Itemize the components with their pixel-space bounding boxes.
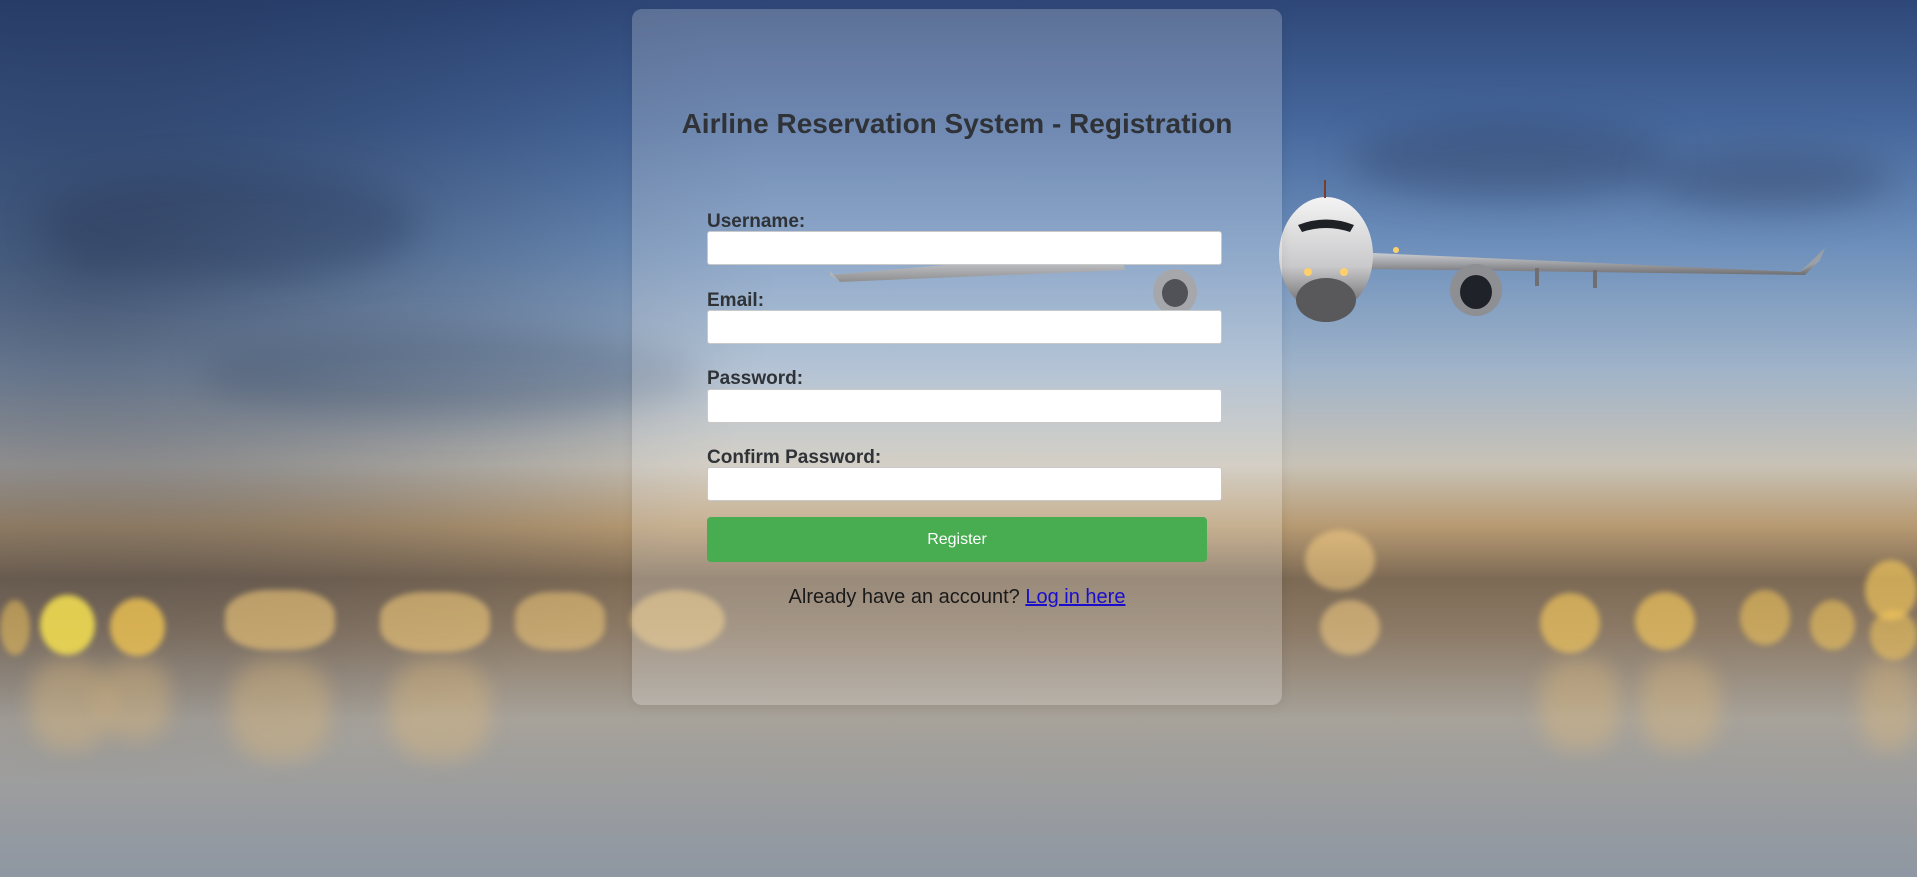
background-cloud [200, 330, 700, 420]
bokeh-light [380, 592, 490, 652]
login-link[interactable]: Log in here [1025, 586, 1125, 608]
water-reflection [230, 660, 330, 760]
water-reflection [1640, 660, 1720, 750]
bokeh-light [0, 600, 30, 655]
bokeh-light [1870, 610, 1917, 660]
confirm-password-label: Confirm Password: [707, 447, 882, 468]
background-cloud [40, 170, 420, 280]
bokeh-light [1305, 530, 1375, 590]
bokeh-light [1810, 600, 1855, 650]
water-reflection [390, 660, 490, 760]
registration-card: Airline Reservation System - Registratio… [632, 9, 1282, 705]
bokeh-light [515, 592, 605, 650]
bokeh-light [1540, 593, 1600, 653]
bokeh-light [225, 590, 335, 650]
bokeh-light [1740, 590, 1790, 645]
water-reflection [100, 660, 170, 740]
email-label: Email: [707, 290, 765, 311]
confirm-password-input[interactable] [707, 467, 1222, 501]
water-reflection [1860, 660, 1917, 750]
register-button[interactable]: Register [707, 517, 1207, 562]
email-input[interactable] [707, 310, 1222, 344]
bokeh-light [110, 598, 165, 656]
login-prompt-text: Already have an account? [788, 586, 1020, 608]
login-prompt: Already have an account? Log in here [632, 586, 1282, 609]
water-reflection [30, 660, 110, 750]
water-reflection [1540, 660, 1620, 750]
username-input[interactable] [707, 231, 1222, 265]
username-label: Username: [707, 211, 806, 232]
page-title: Airline Reservation System - Registratio… [681, 108, 1233, 139]
password-input[interactable] [707, 389, 1222, 423]
bokeh-light [1320, 600, 1380, 655]
bokeh-light [40, 595, 95, 655]
bokeh-light [1635, 592, 1695, 650]
password-label: Password: [707, 368, 804, 389]
